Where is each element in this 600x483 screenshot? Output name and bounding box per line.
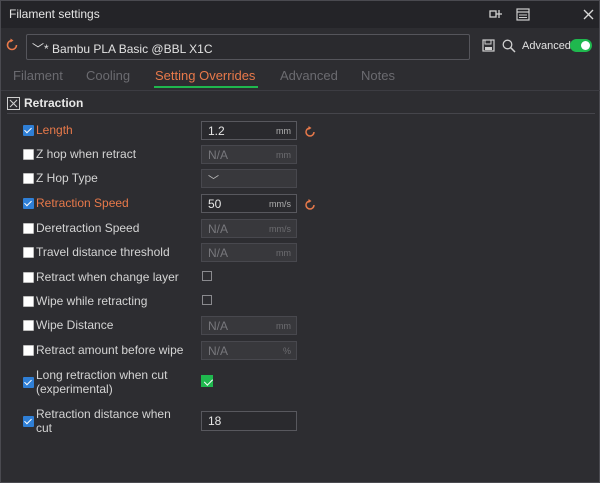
deretraction-speed-label: Deretraction Speed: [36, 221, 140, 235]
long-retraction-value-checkbox[interactable]: [201, 375, 213, 387]
length-label: Length: [36, 123, 73, 137]
retraction-speed-checkbox[interactable]: [23, 198, 34, 209]
advanced-label: Advanced: [522, 40, 571, 52]
long-retraction-label-line1: Long retraction when cut: [36, 368, 168, 382]
section-title: Retraction: [24, 96, 84, 110]
retraction-speed-label: Retraction Speed: [36, 196, 129, 210]
preset-dropdown[interactable]: ﹀* Bambu PLA Basic @BBL X1C: [26, 34, 470, 60]
retract-before-wipe-checkbox[interactable]: [23, 345, 34, 356]
deretraction-speed-checkbox[interactable]: [23, 223, 34, 234]
retraction-distance-cut-label-line2: cut: [36, 421, 53, 435]
z-hop-type-label: Z Hop Type: [36, 171, 98, 185]
reset-icon[interactable]: [304, 125, 316, 137]
close-icon[interactable]: [579, 5, 597, 23]
chevron-down-icon: ﹀: [208, 175, 219, 187]
tab-filament[interactable]: Filament: [13, 68, 63, 83]
z-hop-checkbox[interactable]: [23, 149, 34, 160]
wipe-retract-value-checkbox: [202, 295, 212, 305]
retract-layer-label: Retract when change layer: [36, 270, 179, 284]
retract-before-wipe-label: Retract amount before wipe: [36, 343, 184, 357]
travel-threshold-checkbox[interactable]: [23, 247, 34, 258]
search-icon[interactable]: [502, 39, 516, 53]
long-retraction-label-line2: (experimental): [36, 382, 113, 396]
compare-icon[interactable]: [514, 5, 532, 23]
z-hop-input: N/A mm: [201, 145, 297, 164]
retraction-speed-input[interactable]: 50 mm/s: [201, 194, 297, 213]
save-icon[interactable]: [482, 39, 496, 53]
tabs-divider: [1, 90, 600, 91]
length-input[interactable]: 1.2 mm: [201, 121, 297, 140]
pin-icon[interactable]: [487, 5, 505, 23]
wipe-distance-input: N/A mm: [201, 316, 297, 335]
retract-layer-value-checkbox: [202, 271, 212, 281]
filament-settings-window: Filament settings ﹀* Bambu PLA Basic @BB…: [0, 0, 600, 483]
length-checkbox[interactable]: [23, 125, 34, 136]
refresh-icon[interactable]: [5, 38, 21, 54]
window-title: Filament settings: [9, 7, 100, 21]
section-divider: [7, 113, 595, 114]
travel-threshold-input: N/A mm: [201, 243, 297, 262]
tab-setting-overrides[interactable]: Setting Overrides: [155, 68, 255, 83]
retract-before-wipe-input: N/A%: [201, 341, 297, 360]
retraction-distance-cut-checkbox[interactable]: [23, 416, 34, 427]
reset-icon[interactable]: [304, 198, 316, 210]
tab-notes[interactable]: Notes: [361, 68, 395, 83]
wipe-retract-label: Wipe while retracting: [36, 294, 148, 308]
z-hop-label: Z hop when retract: [36, 147, 137, 161]
preset-name: ﹀* Bambu PLA Basic @BBL X1C: [32, 42, 213, 56]
wipe-distance-checkbox[interactable]: [23, 320, 34, 331]
z-hop-type-select: ﹀: [201, 169, 297, 188]
z-hop-type-checkbox[interactable]: [23, 173, 34, 184]
deretraction-speed-input: N/A mm/s: [201, 219, 297, 238]
toggle-knob: [581, 41, 590, 50]
long-retraction-checkbox[interactable]: [23, 377, 34, 388]
title-bar: Filament settings: [1, 1, 599, 28]
travel-threshold-label: Travel distance threshold: [36, 245, 170, 259]
active-tab-indicator: [154, 86, 258, 88]
preset-row: ﹀* Bambu PLA Basic @BBL X1C Advanced: [1, 34, 600, 60]
retraction-icon: [7, 97, 20, 110]
tab-advanced[interactable]: Advanced: [280, 68, 338, 83]
retraction-distance-cut-input[interactable]: 18: [201, 411, 297, 431]
tab-cooling[interactable]: Cooling: [86, 68, 130, 83]
wipe-retract-checkbox[interactable]: [23, 296, 34, 307]
tab-bar: Filament Cooling Setting Overrides Advan…: [1, 68, 600, 90]
retraction-distance-cut-label-line1: Retraction distance when: [36, 407, 171, 421]
retract-layer-checkbox[interactable]: [23, 272, 34, 283]
advanced-toggle[interactable]: [570, 39, 592, 52]
wipe-distance-label: Wipe Distance: [36, 318, 114, 332]
